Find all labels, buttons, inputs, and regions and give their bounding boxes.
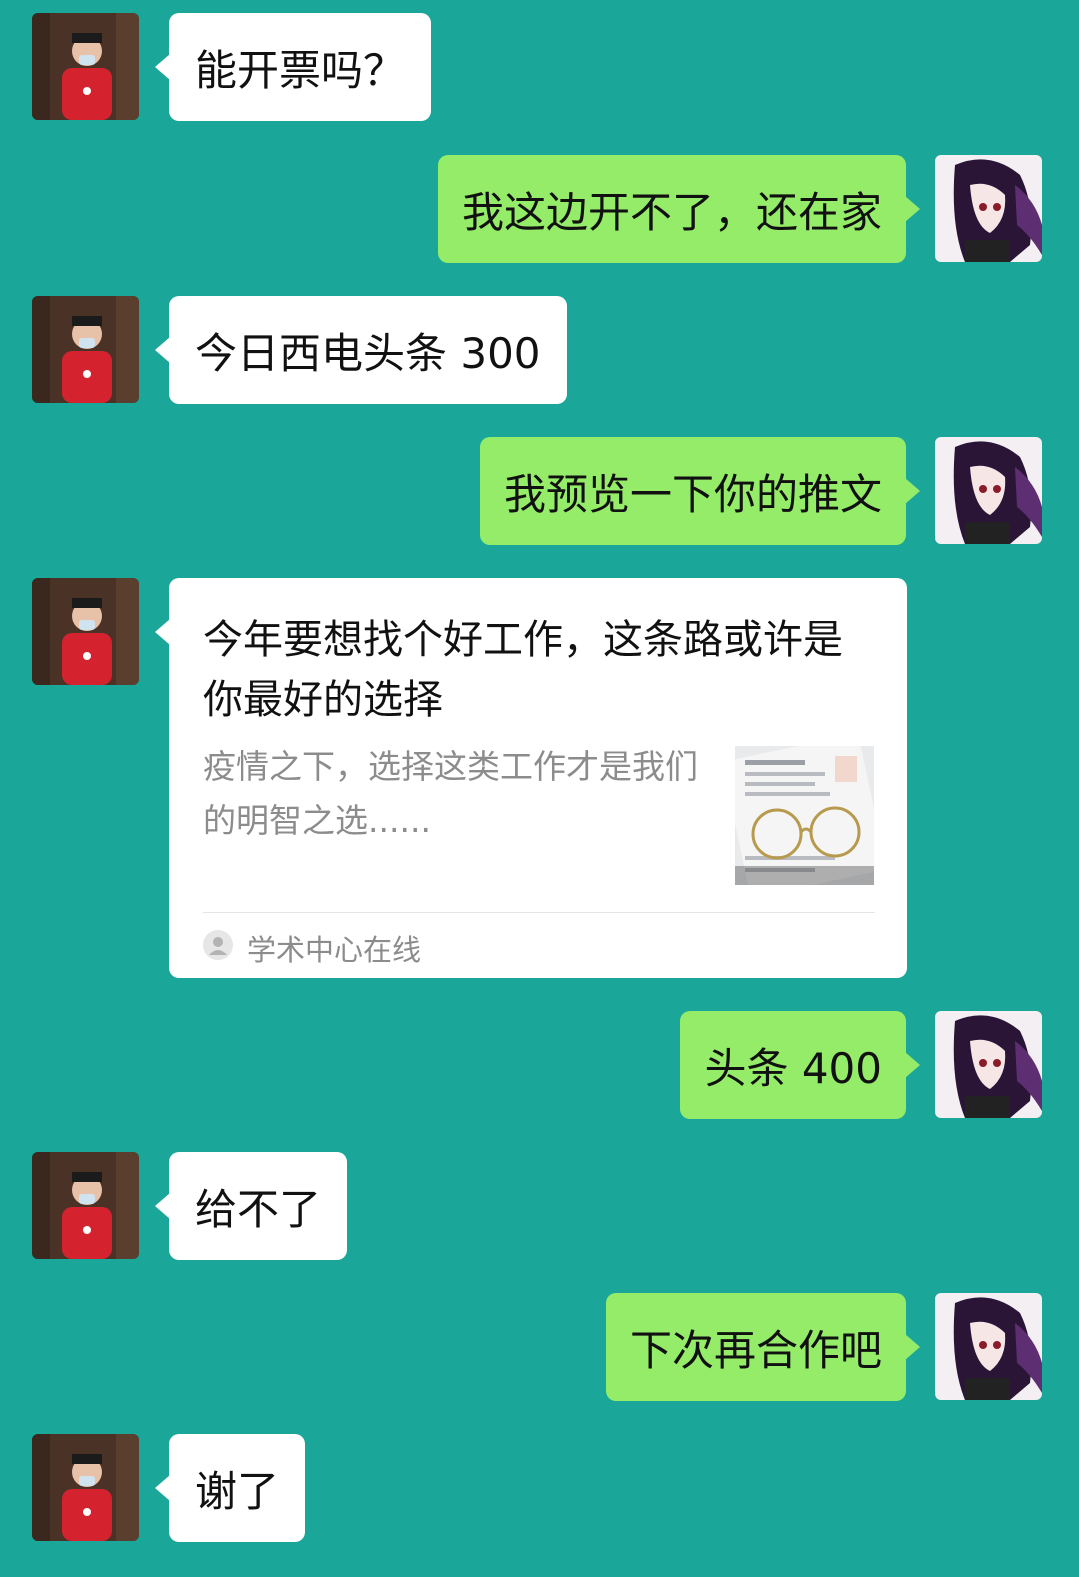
incoming-message[interactable]: 能开票吗？ xyxy=(154,13,432,121)
contact-avatar[interactable] xyxy=(32,1434,139,1541)
contact-avatar[interactable] xyxy=(32,578,139,685)
my-avatar-image xyxy=(935,1011,1042,1118)
glasses-on-resume-image xyxy=(735,746,874,885)
my-avatar[interactable] xyxy=(935,1293,1042,1400)
incoming-message[interactable]: 谢了 xyxy=(154,1434,306,1542)
my-avatar-image xyxy=(935,1293,1042,1400)
contact-avatar-image xyxy=(32,578,139,685)
contact-avatar-image xyxy=(32,296,139,403)
outgoing-message[interactable]: 下次再合作吧 xyxy=(605,1293,921,1401)
outgoing-message[interactable]: 我这边开不了，还在家 xyxy=(437,155,921,263)
outgoing-message[interactable]: 头条 400 xyxy=(680,1011,920,1119)
card-divider xyxy=(203,912,875,913)
contact-avatar[interactable] xyxy=(32,296,139,403)
contact-avatar[interactable] xyxy=(32,13,139,120)
contact-avatar-image xyxy=(32,1152,139,1259)
contact-avatar[interactable] xyxy=(32,1152,139,1259)
my-avatar[interactable] xyxy=(935,437,1042,544)
incoming-message[interactable]: 给不了 xyxy=(154,1152,348,1260)
article-title: 今年要想找个好工作，这条路或许是你最好的选择 xyxy=(203,617,843,723)
article-source: 学术中心在线 xyxy=(247,933,422,967)
article-thumbnail xyxy=(735,746,874,885)
incoming-message[interactable]: 今日西电头条 300 xyxy=(155,296,567,404)
my-avatar[interactable] xyxy=(935,1011,1042,1118)
article-description: 疫情之下，选择这类工作才是我们的明智之选...... xyxy=(203,747,698,840)
contact-avatar-image xyxy=(32,13,139,120)
my-avatar-image xyxy=(935,155,1042,262)
user-icon xyxy=(203,930,233,960)
article-card[interactable]: 今年要想找个好工作，这条路或许是你最好的选择 疫情之下，选择这类工作才是我们的明… xyxy=(155,578,907,978)
my-avatar[interactable] xyxy=(935,155,1042,262)
contact-avatar-image xyxy=(32,1434,139,1541)
outgoing-message[interactable]: 我预览一下你的推文 xyxy=(479,437,921,545)
my-avatar-image xyxy=(935,437,1042,544)
